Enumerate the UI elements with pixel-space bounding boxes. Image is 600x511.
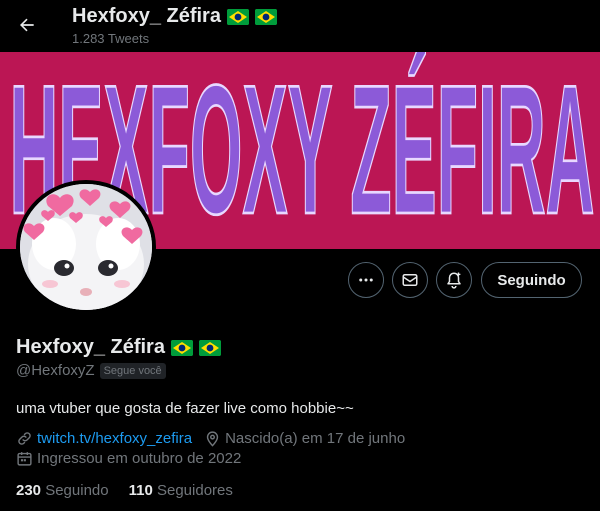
more-button[interactable]	[348, 262, 384, 298]
followers-count: 110	[128, 482, 153, 499]
followers-label: Seguidores	[156, 482, 233, 499]
top-bar: Hexfoxy_ Zéfira 1.283 Tweets	[0, 0, 600, 52]
follows-you-badge: Segue você	[99, 362, 166, 379]
following-stat[interactable]: 230 Seguindo	[16, 482, 109, 499]
joined-row: Ingressou em outubro de 2022	[16, 450, 253, 467]
following-label: Seguindo	[45, 482, 109, 499]
birthday-text: Nascido(a) em 17 de junho	[225, 430, 406, 447]
website-item: twitch.tv/hexfoxy_zefira	[16, 430, 192, 447]
flag-brazil-icon	[226, 8, 249, 25]
bell-plus-icon	[447, 272, 461, 289]
handle: @HexfoxyZ	[16, 362, 95, 379]
header-name: Hexfoxy_ Zéfira	[72, 5, 221, 27]
followers-stat[interactable]: 110 Seguidores	[129, 482, 233, 499]
calendar-icon	[17, 452, 32, 466]
arrow-left-icon	[20, 18, 34, 32]
display-name: Hexfoxy_ Zéfira	[16, 336, 221, 359]
display-name-text: Hexfoxy_ Zéfira	[16, 336, 165, 358]
mail-icon	[402, 274, 418, 286]
profile-meta: twitch.tv/hexfoxy_zefira Nascido(a) em 1…	[16, 430, 417, 447]
birthday-item: Nascido(a) em 17 de junho	[204, 430, 405, 447]
bio: uma vtuber que gosta de fazer live como …	[16, 400, 354, 417]
avatar[interactable]	[16, 180, 156, 314]
handle-row: @HexfoxyZ Segue você	[16, 362, 166, 379]
notifications-button[interactable]	[436, 262, 472, 298]
header-title: Hexfoxy_ Zéfira	[72, 5, 277, 28]
message-button[interactable]	[392, 262, 428, 298]
flag-brazil-icon	[254, 8, 277, 25]
flag-brazil-icon	[170, 339, 193, 356]
link-icon	[18, 432, 31, 445]
back-button[interactable]	[10, 8, 44, 42]
website-link[interactable]: twitch.tv/hexfoxy_zefira	[37, 430, 192, 447]
avatar-image	[20, 184, 152, 310]
flag-brazil-icon	[198, 339, 221, 356]
following-button[interactable]: Seguindo	[481, 262, 582, 298]
more-icon	[359, 278, 373, 282]
joined-item: Ingressou em outubro de 2022	[16, 450, 241, 467]
tweet-count: 1.283 Tweets	[72, 31, 150, 46]
joined-text: Ingressou em outubro de 2022	[37, 450, 242, 467]
stats-row: 230 Seguindo 110 Seguidores	[16, 482, 253, 499]
location-icon	[206, 431, 219, 447]
following-count: 230	[16, 482, 42, 499]
